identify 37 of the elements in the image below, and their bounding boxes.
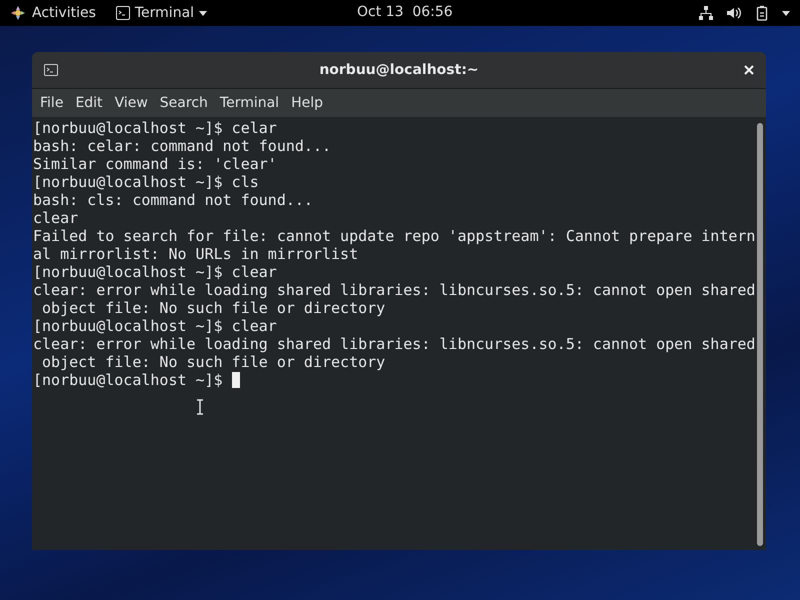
terminal-line: clear: error while loading shared libraries: libncurses.so.5: cannot open shared (33, 281, 756, 299)
menu-item[interactable]: File (34, 95, 70, 111)
app-menu[interactable]: Terminal (116, 5, 208, 21)
terminal-icon (116, 6, 130, 20)
terminal-line: bash: cls: command not found... (33, 191, 313, 209)
menu-item[interactable]: Search (154, 95, 214, 111)
terminal-line: [norbuu@localhost ~]$ cls (33, 173, 259, 191)
close-icon[interactable] (744, 65, 754, 75)
menu-item[interactable]: Edit (69, 95, 109, 111)
window-title: norbuu@localhost:~ (319, 62, 479, 78)
terminal-line: [norbuu@localhost ~]$ clear (33, 263, 277, 281)
menu-item[interactable]: View (108, 95, 154, 111)
menu-item[interactable]: Terminal (214, 95, 286, 111)
caret-icon (199, 10, 208, 16)
battery-icon[interactable] (754, 5, 770, 21)
terminal-line: [norbuu@localhost ~]$ clear (33, 317, 277, 335)
activities-button[interactable]: Activities (32, 5, 96, 21)
terminal-line: Similar command is: 'clear' (33, 155, 277, 173)
terminal-line: Failed to search for file: cannot update repo 'appstream': Cannot prepare intern (33, 227, 756, 245)
clock[interactable]: Oct 13 06:56 (357, 4, 453, 20)
menu-item[interactable]: Help (285, 95, 329, 111)
ibeam-pointer-icon (196, 399, 204, 415)
terminal-icon (44, 64, 58, 76)
terminal-line: object file: No such file or directory (41, 299, 386, 317)
volume-icon[interactable] (726, 5, 742, 21)
text-cursor (232, 372, 240, 388)
scrollbar[interactable] (757, 123, 763, 546)
terminal-line: clear (33, 209, 78, 227)
terminal-line: clear: error while loading shared libraries: libncurses.so.5: cannot open shared (33, 335, 756, 353)
terminal-line: bash: celar: command not found... (33, 137, 332, 155)
caret-icon[interactable] (782, 10, 790, 16)
terminal-prompt: [norbuu@localhost ~]$ (33, 371, 224, 389)
terminal-line: al mirrorlist: No URLs in mirrorlist (33, 245, 358, 263)
terminal-line: [norbuu@localhost ~]$ celar (33, 119, 277, 137)
logo-icon (10, 5, 26, 21)
terminal-line: object file: No such file or directory (41, 353, 386, 371)
network-icon[interactable] (698, 5, 714, 21)
